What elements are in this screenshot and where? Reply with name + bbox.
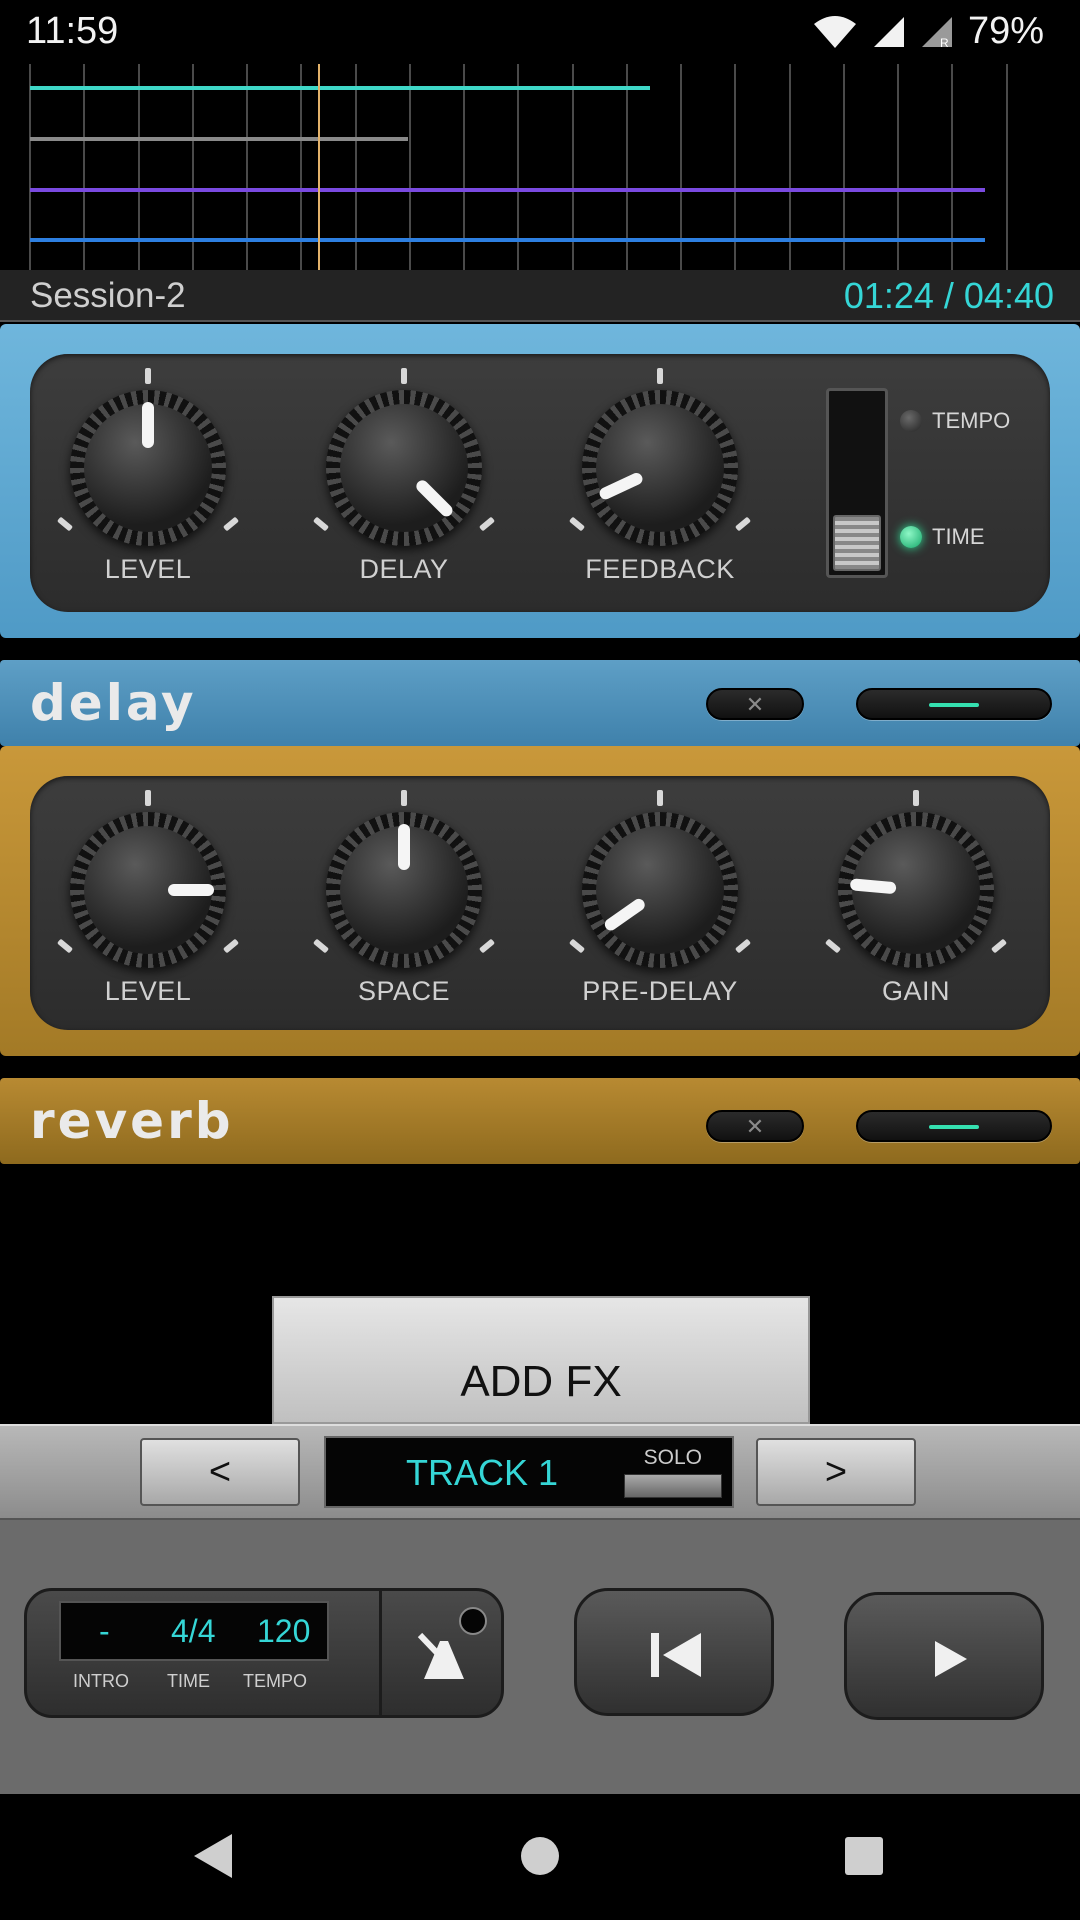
metronome-led — [459, 1607, 487, 1635]
system-navigation-bar — [0, 1794, 1080, 1920]
reverb-gain-knob-group: GAIN — [816, 770, 1016, 1006]
solo-label: SOLO — [643, 1446, 702, 1469]
svg-text:R: R — [940, 36, 949, 49]
knob-label: LEVEL — [104, 554, 192, 584]
rewind-button[interactable] — [574, 1588, 774, 1716]
reverb-space-knob-group: SPACE — [304, 770, 504, 1006]
session-info-bar: Session-2 01:24 / 04:40 — [0, 270, 1080, 322]
reverb-level-knob-group: LEVEL — [48, 770, 248, 1006]
knob-label: FEEDBACK — [585, 554, 735, 584]
delay-controls-panel: LEVEL DELAY FEEDBACK TEMPO TIME — [0, 324, 1080, 638]
reverb-space-knob[interactable] — [326, 812, 482, 968]
reverb-gain-knob[interactable] — [838, 812, 994, 968]
knob-label: SPACE — [357, 976, 451, 1006]
tempo-value: 120 — [257, 1613, 311, 1649]
switch-handle[interactable] — [833, 515, 881, 571]
enabled-indicator — [929, 1125, 979, 1129]
status-time: 11:59 — [26, 10, 119, 52]
reverb-predelay-knob[interactable] — [582, 812, 738, 968]
time-option-label: TIME — [932, 524, 985, 549]
status-bar: 11:59 R 79% — [0, 0, 1080, 64]
track-timeline[interactable] — [0, 64, 1080, 270]
skip-back-icon — [651, 1633, 701, 1677]
delay-remove-button[interactable]: ✕ — [706, 688, 804, 720]
transport-panel: - 4/4 120 INTRO TIME TEMPO — [0, 1520, 1080, 1794]
delay-level-knob[interactable] — [70, 390, 226, 546]
signal-roaming-icon: R — [921, 16, 952, 49]
time-signature-value: 4/4 — [171, 1613, 216, 1649]
next-track-button[interactable]: > — [756, 1438, 916, 1506]
tempo-led — [900, 410, 922, 432]
tempo-label: TEMPO — [243, 1671, 308, 1691]
delay-feedback-knob[interactable] — [582, 390, 738, 546]
reverb-controls-inner: LEVEL SPACE PRE-DELAY GAIN — [30, 776, 1050, 1030]
delay-level-knob-group: LEVEL — [48, 348, 248, 584]
delay-toggle-button[interactable] — [856, 688, 1052, 720]
delay-controls-inner: LEVEL DELAY FEEDBACK TEMPO TIME — [30, 354, 1050, 612]
track-name: TRACK 1 — [406, 1452, 559, 1493]
reverb-title: reverb — [30, 1092, 234, 1150]
knob-label: PRE-DELAY — [582, 976, 738, 1006]
reverb-header: reverb ✕ — [0, 1078, 1080, 1164]
session-name: Session-2 — [30, 276, 186, 315]
recents-icon[interactable] — [834, 1826, 894, 1886]
time-led — [900, 526, 922, 548]
intro-label: INTRO — [73, 1671, 129, 1691]
wifi-icon — [813, 15, 856, 48]
track-selector-bar: < TRACK 1 SOLO > — [0, 1424, 1080, 1520]
signal-icon — [873, 16, 904, 47]
play-icon — [935, 1641, 967, 1677]
back-icon[interactable] — [186, 1826, 246, 1886]
reverb-level-knob[interactable] — [70, 812, 226, 968]
knob-label: LEVEL — [104, 976, 192, 1006]
battery-percent: 79% — [967, 10, 1044, 52]
delay-time-knob-group: DELAY — [304, 348, 504, 584]
tempo-settings-box[interactable]: - 4/4 120 INTRO TIME TEMPO — [24, 1588, 504, 1718]
knob-label: GAIN — [881, 976, 950, 1006]
close-icon: ✕ — [745, 692, 765, 717]
tempo-option-label: TEMPO — [932, 408, 1011, 433]
enabled-indicator — [929, 703, 979, 707]
previous-track-button[interactable]: < — [140, 1438, 300, 1506]
solo-button[interactable] — [624, 1474, 722, 1498]
delay-title: delay — [30, 674, 197, 732]
knob-label: DELAY — [359, 554, 449, 584]
metronome-button[interactable] — [379, 1591, 503, 1715]
timeline-grid — [29, 64, 1008, 270]
reverb-toggle-button[interactable] — [856, 1110, 1052, 1142]
delay-time-knob[interactable] — [326, 390, 482, 546]
delay-feedback-knob-group: FEEDBACK — [560, 348, 760, 584]
track-display: TRACK 1 SOLO — [324, 1436, 734, 1508]
metronome-icon — [417, 1632, 464, 1679]
tempo-display[interactable]: - 4/4 120 — [59, 1601, 329, 1661]
add-fx-button[interactable]: ADD FX — [272, 1296, 810, 1424]
play-button[interactable] — [844, 1592, 1044, 1720]
reverb-predelay-knob-group: PRE-DELAY — [560, 770, 760, 1006]
time-label: TIME — [167, 1671, 210, 1691]
reverb-controls-panel: LEVEL SPACE PRE-DELAY GAIN — [0, 746, 1080, 1056]
tempo-time-switch[interactable] — [826, 388, 888, 578]
reverb-remove-button[interactable]: ✕ — [706, 1110, 804, 1142]
close-icon: ✕ — [745, 1114, 765, 1139]
delay-header: delay ✕ — [0, 660, 1080, 746]
playback-position: 01:24 / 04:40 — [843, 275, 1054, 316]
home-icon[interactable] — [510, 1826, 570, 1886]
intro-value: - — [99, 1613, 110, 1649]
